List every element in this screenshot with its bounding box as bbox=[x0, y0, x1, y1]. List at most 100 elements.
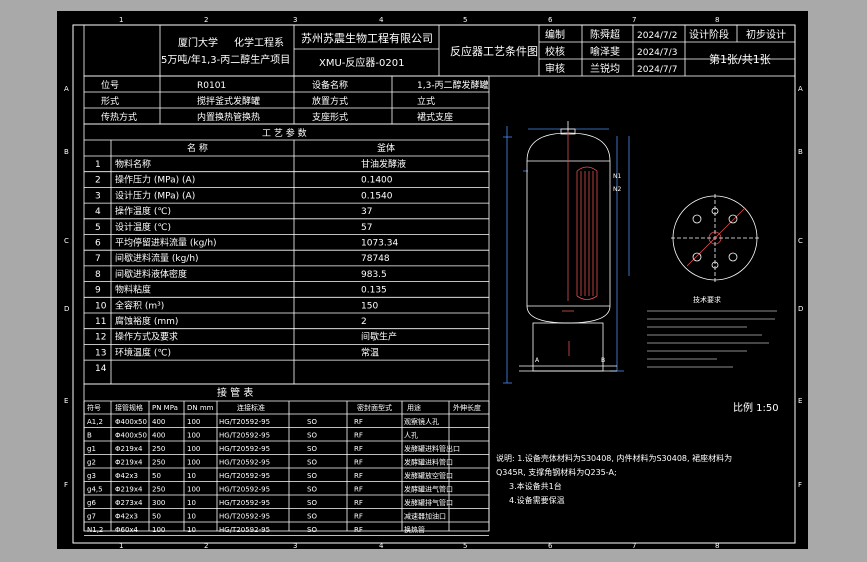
process-params-col-body: 釜体 bbox=[377, 142, 395, 154]
nozzle-cell: HG/T20592-95 bbox=[219, 445, 270, 453]
col-number-top: 6 bbox=[548, 16, 553, 24]
row-letter-right: A bbox=[798, 85, 803, 93]
param-index: 14 bbox=[95, 364, 107, 374]
drawing-title: 反应器工艺条件图 bbox=[450, 44, 538, 58]
nozzle-cell: 10 bbox=[187, 499, 196, 507]
equipment-cell: 裙式支座 bbox=[417, 111, 453, 123]
col-number-bottom: 8 bbox=[715, 542, 719, 549]
svg-text:A: A bbox=[535, 357, 540, 364]
row-letter-right: F bbox=[798, 481, 802, 489]
svg-text:N1: N1 bbox=[613, 173, 621, 180]
process-params-col-name: 名 称 bbox=[187, 142, 208, 154]
nozzle-cell: 100 bbox=[187, 418, 200, 426]
param-value: 常温 bbox=[361, 346, 379, 358]
equipment-cell: 立式 bbox=[417, 95, 435, 107]
drawing-number: XMU-反应器-0201 bbox=[319, 56, 404, 69]
role-2: 审核 bbox=[545, 62, 565, 75]
nozzle-cell: SO bbox=[307, 513, 317, 521]
nozzle-cell: SO bbox=[307, 418, 317, 426]
nozzle-cell: RF bbox=[354, 472, 363, 480]
nozzle-cell: Φ42x3 bbox=[115, 513, 138, 521]
col-number-bottom: 5 bbox=[463, 542, 467, 549]
nozzle-cell: HG/T20592-95 bbox=[219, 486, 270, 494]
org-dept: 化学工程系 bbox=[234, 36, 284, 49]
nozzle-cell: 400 bbox=[152, 432, 165, 440]
nozzle-cell: HG/T20592-95 bbox=[219, 432, 270, 440]
nozzle-cell: RF bbox=[354, 526, 363, 534]
nozzle-cell: Φ219x4 bbox=[115, 445, 143, 453]
param-index: 10 bbox=[95, 301, 107, 311]
nozzle-cell: RF bbox=[354, 459, 363, 467]
nozzle-cell: HG/T20592-95 bbox=[219, 526, 270, 534]
row-letter-right: E bbox=[798, 397, 802, 405]
nozzle-cell: g1 bbox=[87, 445, 96, 453]
col-number-top: 8 bbox=[715, 16, 719, 24]
row-letter-right: B bbox=[798, 148, 803, 156]
nozzle-cell: RF bbox=[354, 418, 363, 426]
param-name: 平均停留进料流量 (kg/h) bbox=[115, 237, 217, 249]
nozzle-cell: 400 bbox=[152, 418, 165, 426]
param-value: 2 bbox=[361, 317, 367, 327]
param-name: 间歇进料液体密度 bbox=[115, 268, 187, 280]
date-0: 2024/7/2 bbox=[637, 31, 677, 41]
col-number-top: 3 bbox=[293, 16, 297, 24]
nozzle-cell: HG/T20592-95 bbox=[219, 513, 270, 521]
nozzle-cell: SO bbox=[307, 445, 317, 453]
param-name: 设计温度 (℃) bbox=[115, 221, 171, 233]
name-0: 陈舜超 bbox=[590, 28, 620, 41]
param-value: 150 bbox=[361, 301, 378, 311]
nozzle-cell: 人孔 bbox=[404, 432, 418, 440]
param-value: 983.5 bbox=[361, 270, 387, 280]
nozzle-header-cell: 接管规格 bbox=[115, 403, 143, 412]
org-school: 厦门大学 bbox=[178, 36, 218, 49]
col-number-bottom: 2 bbox=[204, 542, 208, 549]
nozzle-header-cell: 连接标准 bbox=[237, 403, 265, 412]
param-value: 甘油发酵液 bbox=[361, 158, 406, 170]
nozzle-cell: SO bbox=[307, 432, 317, 440]
equipment-cell: 传热方式 bbox=[101, 111, 137, 123]
col-number-bottom: 7 bbox=[632, 542, 636, 549]
vessel-elevation: N1 N2 A B bbox=[503, 121, 630, 384]
nozzle-header-cell: 符号 bbox=[87, 403, 101, 412]
nozzle-cell: HG/T20592-95 bbox=[219, 459, 270, 467]
nozzle-cell: 换热管 bbox=[404, 525, 425, 534]
nozzle-cell: 50 bbox=[152, 472, 161, 480]
nozzle-cell: Φ273x4 bbox=[115, 499, 143, 507]
equipment-cell: 支座形式 bbox=[312, 111, 348, 123]
row-letter-right: C bbox=[798, 237, 803, 245]
nozzle-cell: HG/T20592-95 bbox=[219, 499, 270, 507]
param-index: 6 bbox=[95, 239, 101, 249]
nozzle-cell: 100 bbox=[187, 445, 200, 453]
nozzle-cell: Φ219x4 bbox=[115, 459, 143, 467]
company-name: 苏州苏震生物工程有限公司 bbox=[301, 31, 433, 45]
col-number-top: 5 bbox=[463, 16, 467, 24]
nozzle-cell: 观察镜人孔 bbox=[404, 417, 439, 426]
param-index: 5 bbox=[95, 223, 101, 233]
param-value: 0.1400 bbox=[361, 176, 393, 186]
param-value: 78748 bbox=[361, 254, 390, 264]
nozzle-cell: Φ400x50 bbox=[115, 432, 147, 440]
col-number-top: 7 bbox=[632, 16, 636, 24]
nozzle-cell: 250 bbox=[152, 459, 165, 467]
nozzle-table-grid bbox=[83, 383, 490, 532]
nozzle-cell: HG/T20592-95 bbox=[219, 418, 270, 426]
equipment-cell: R0101 bbox=[197, 81, 226, 91]
nozzle-cell: RF bbox=[354, 499, 363, 507]
nozzle-cell: g7 bbox=[87, 513, 96, 521]
row-letter-left: A bbox=[64, 85, 69, 93]
param-value: 0.1540 bbox=[361, 191, 393, 201]
equipment-cell: 形式 bbox=[101, 95, 119, 107]
note-line: 说明: 1.设备壳体材料为S30408, 内件材料为S30408, 裙座材料为 bbox=[496, 453, 732, 463]
date-1: 2024/7/3 bbox=[637, 48, 677, 58]
nozzle-cell: 100 bbox=[187, 459, 200, 467]
name-1: 喻泽斐 bbox=[590, 45, 620, 58]
nozzle-cell: RF bbox=[354, 513, 363, 521]
param-value: 1073.34 bbox=[361, 239, 398, 249]
drawing-sheet[interactable]: 厦门大学 化学工程系 5万吨/年1,3-丙二醇生产项目 苏州苏震生物工程有限公司… bbox=[57, 11, 808, 550]
process-params-title: 工 艺 参 数 bbox=[262, 127, 307, 139]
sheet-info: 第1张/共1张 bbox=[709, 52, 771, 66]
nozzle-header-cell: PN MPa bbox=[152, 404, 178, 412]
nozzle-cell: 100 bbox=[187, 486, 200, 494]
nozzle-cell: 减速器加油口 bbox=[404, 512, 446, 521]
nozzle-header-cell: 密封面型式 bbox=[357, 403, 392, 412]
